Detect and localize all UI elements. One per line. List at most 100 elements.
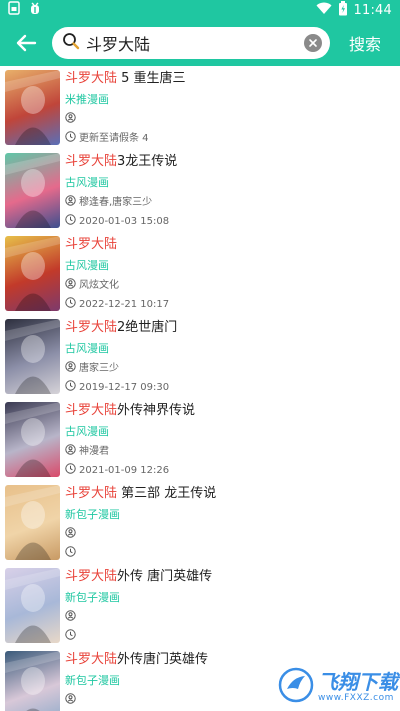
result-item[interactable]: 斗罗大陆外传 唐门英雄传 新包子漫画 bbox=[0, 564, 400, 647]
result-source: 古风漫画 bbox=[65, 259, 109, 272]
clear-search-button[interactable] bbox=[304, 34, 322, 52]
result-updated: 更新至请假条 4 bbox=[79, 132, 149, 144]
result-title-rest: 外传 唐门英雄传 bbox=[117, 569, 213, 584]
result-info: 斗罗大陆2绝世唐门 古风漫画 唐家三少 2019-12-17 09:30 bbox=[65, 319, 395, 398]
comic-cover-image[interactable] bbox=[5, 651, 60, 711]
result-source: 古风漫画 bbox=[65, 176, 109, 189]
watermark-url-text: www.FXXZ.com bbox=[318, 692, 394, 703]
watermark-text: 飞翔下载 www.FXXZ.com bbox=[318, 671, 398, 703]
search-box[interactable] bbox=[52, 27, 330, 59]
result-title[interactable]: 斗罗大陆 bbox=[65, 237, 395, 256]
result-item[interactable]: 斗罗大陆外传神界传说 古风漫画 神漫君 2021-01-09 12:26 bbox=[0, 398, 400, 481]
comic-cover-image[interactable] bbox=[5, 70, 60, 145]
result-author-row: 唐家三少 bbox=[65, 359, 395, 378]
result-title[interactable]: 斗罗大陆外传神界传说 bbox=[65, 403, 395, 422]
comic-cover-image[interactable] bbox=[5, 485, 60, 560]
comic-cover-image[interactable] bbox=[5, 319, 60, 394]
back-button[interactable] bbox=[0, 20, 52, 66]
result-item[interactable]: 斗罗大陆 5 重生唐三 米推漫画 更新至请假条 4 bbox=[0, 66, 400, 149]
comic-cover-image[interactable] bbox=[5, 153, 60, 228]
comic-cover-image[interactable] bbox=[5, 236, 60, 311]
result-author: 风炫文化 bbox=[79, 279, 119, 291]
search-input[interactable] bbox=[86, 29, 304, 57]
user-icon bbox=[65, 277, 76, 294]
result-author: 神漫君 bbox=[79, 445, 109, 457]
result-item[interactable]: 斗罗大陆 第三部 龙王传说 新包子漫画 bbox=[0, 481, 400, 564]
result-author-row: 神漫君 bbox=[65, 442, 395, 461]
result-title[interactable]: 斗罗大陆 第三部 龙王传说 bbox=[65, 486, 395, 505]
result-title-rest: 2绝世唐门 bbox=[117, 320, 178, 335]
result-info: 斗罗大陆 5 重生唐三 米推漫画 更新至请假条 4 bbox=[65, 70, 395, 149]
result-updated: 2021-01-09 12:26 bbox=[79, 464, 170, 476]
result-title-highlight: 斗罗大陆 bbox=[65, 71, 118, 86]
result-item[interactable]: 斗罗大陆2绝世唐门 古风漫画 唐家三少 2019-12-17 09:30 bbox=[0, 315, 400, 398]
watermark-logo-icon bbox=[278, 667, 314, 707]
watermark-main-text: 飞翔下载 bbox=[318, 669, 398, 694]
user-icon bbox=[65, 111, 76, 128]
comic-cover-image[interactable] bbox=[5, 402, 60, 477]
result-author-row bbox=[65, 608, 395, 627]
result-author-row: 风炫文化 bbox=[65, 276, 395, 295]
result-title-rest: 3龙王传说 bbox=[117, 154, 178, 169]
wifi-icon bbox=[316, 2, 332, 19]
sim-card-icon bbox=[8, 1, 20, 19]
result-info: 斗罗大陆 第三部 龙王传说 新包子漫画 bbox=[65, 485, 395, 564]
result-title-highlight: 斗罗大陆 bbox=[65, 652, 118, 667]
result-source: 新包子漫画 bbox=[65, 508, 120, 521]
result-author-row bbox=[65, 110, 395, 129]
result-title[interactable]: 斗罗大陆2绝世唐门 bbox=[65, 320, 395, 339]
search-button[interactable]: 搜索 bbox=[330, 31, 400, 55]
result-author: 唐家三少 bbox=[79, 362, 119, 374]
result-info: 斗罗大陆外传神界传说 古风漫画 神漫君 2021-01-09 12:26 bbox=[65, 402, 395, 481]
result-updated-row: 更新至请假条 4 bbox=[65, 129, 395, 148]
status-bar: 11:44 bbox=[0, 0, 400, 20]
result-title-rest: 外传唐门英雄传 bbox=[117, 652, 209, 667]
user-icon bbox=[65, 526, 76, 543]
result-updated-row: 2022-12-21 10:17 bbox=[65, 295, 395, 314]
result-author-row bbox=[65, 525, 395, 544]
watermark: 飞翔下载 www.FXXZ.com bbox=[278, 662, 400, 711]
result-updated-row bbox=[65, 544, 395, 563]
result-item[interactable]: 斗罗大陆 古风漫画 风炫文化 2022-12-21 10:17 bbox=[0, 232, 400, 315]
arrow-left-icon bbox=[16, 34, 37, 52]
result-title[interactable]: 斗罗大陆3龙王传说 bbox=[65, 154, 395, 173]
search-icon bbox=[62, 32, 80, 54]
result-item[interactable]: 斗罗大陆3龙王传说 古风漫画 穆逢春,唐家三少 2020-01-03 15:08 bbox=[0, 149, 400, 232]
result-title[interactable]: 斗罗大陆 5 重生唐三 bbox=[65, 71, 395, 90]
results-list: 斗罗大陆 5 重生唐三 米推漫画 更新至请假条 4 斗罗大陆3龙王传说 古风漫画… bbox=[0, 66, 400, 711]
clock-icon bbox=[65, 379, 76, 396]
clock-icon bbox=[65, 130, 76, 147]
result-title-rest: 外传神界传说 bbox=[117, 403, 196, 418]
result-title-highlight: 斗罗大陆 bbox=[65, 403, 118, 418]
result-info: 斗罗大陆外传 唐门英雄传 新包子漫画 bbox=[65, 568, 395, 647]
result-title-rest: 5 重生唐三 bbox=[117, 71, 186, 86]
result-info: 斗罗大陆 古风漫画 风炫文化 2022-12-21 10:17 bbox=[65, 236, 395, 315]
result-updated-row: 2021-01-09 12:26 bbox=[65, 461, 395, 480]
user-icon bbox=[65, 360, 76, 377]
bug-icon bbox=[28, 1, 42, 19]
status-right: 11:44 bbox=[316, 0, 392, 20]
user-icon bbox=[65, 443, 76, 460]
user-icon bbox=[65, 194, 76, 211]
clock-icon bbox=[65, 213, 76, 230]
status-time: 11:44 bbox=[353, 2, 392, 18]
comic-cover-image[interactable] bbox=[5, 568, 60, 643]
result-title-highlight: 斗罗大陆 bbox=[65, 320, 118, 335]
close-icon bbox=[309, 39, 317, 47]
status-left bbox=[8, 1, 42, 19]
result-updated-row: 2019-12-17 09:30 bbox=[65, 378, 395, 397]
clock-icon bbox=[65, 296, 76, 313]
result-updated: 2020-01-03 15:08 bbox=[79, 215, 170, 227]
clock-icon bbox=[65, 545, 76, 562]
result-author-row: 穆逢春,唐家三少 bbox=[65, 193, 395, 212]
result-source: 米推漫画 bbox=[65, 93, 109, 106]
result-title-highlight: 斗罗大陆 bbox=[65, 569, 118, 584]
result-title-highlight: 斗罗大陆 bbox=[65, 486, 118, 501]
user-icon bbox=[65, 692, 76, 709]
result-source: 古风漫画 bbox=[65, 425, 109, 438]
result-title[interactable]: 斗罗大陆外传 唐门英雄传 bbox=[65, 569, 395, 588]
user-icon bbox=[65, 609, 76, 626]
result-updated-row: 2020-01-03 15:08 bbox=[65, 212, 395, 231]
result-updated-row bbox=[65, 627, 395, 646]
result-title-rest: 第三部 龙王传说 bbox=[117, 486, 217, 501]
